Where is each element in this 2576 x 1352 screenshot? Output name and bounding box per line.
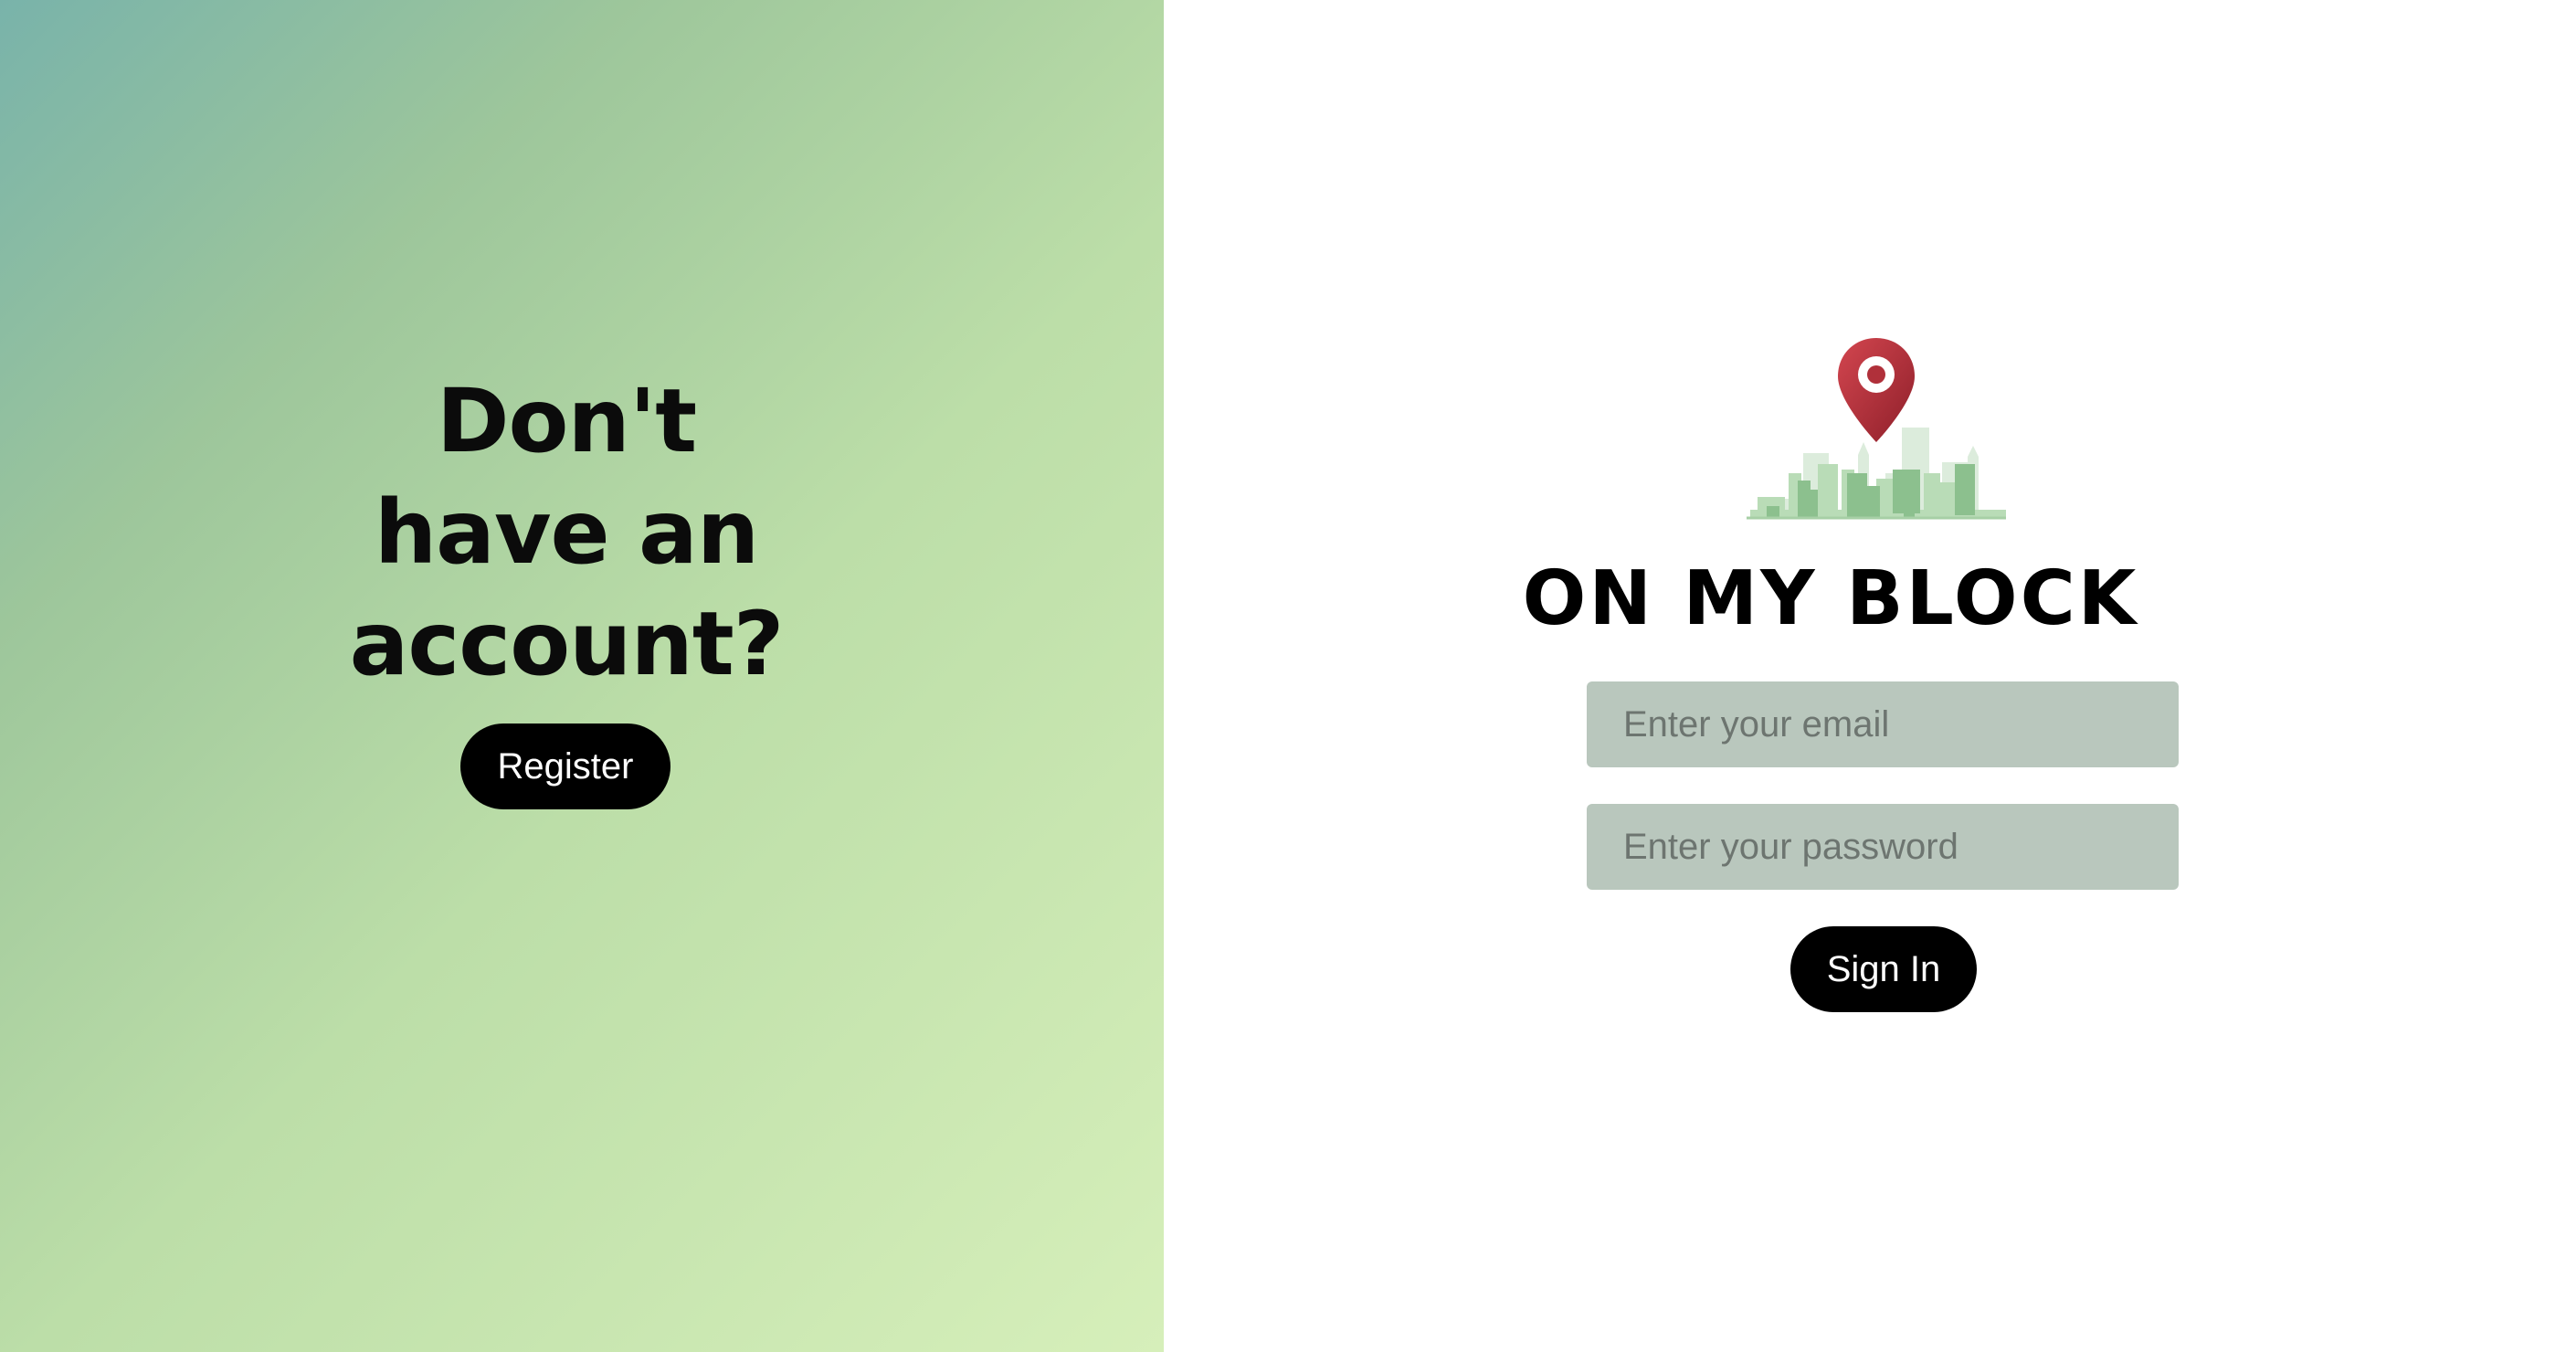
register-panel: Don't have an account? Register <box>0 0 1164 1352</box>
sign-in-button[interactable]: Sign In <box>1790 926 1977 1012</box>
register-prompt-heading: Don't have an account? <box>0 365 1133 700</box>
heading-line-2: have an <box>374 481 759 584</box>
brand-name: ON MY BLOCK <box>1522 555 2139 642</box>
password-input[interactable] <box>1587 804 2179 890</box>
email-input[interactable] <box>1587 681 2179 767</box>
register-button[interactable]: Register <box>460 724 670 809</box>
heading-line-1: Don't <box>436 370 697 472</box>
sign-in-panel: ON MY BLOCK Sign In <box>1164 0 2576 1352</box>
login-page: Don't have an account? Register ON MY BL… <box>0 0 2576 1352</box>
map-pin-city-skyline-icon <box>1747 338 2006 520</box>
heading-line-3: account? <box>349 593 785 695</box>
